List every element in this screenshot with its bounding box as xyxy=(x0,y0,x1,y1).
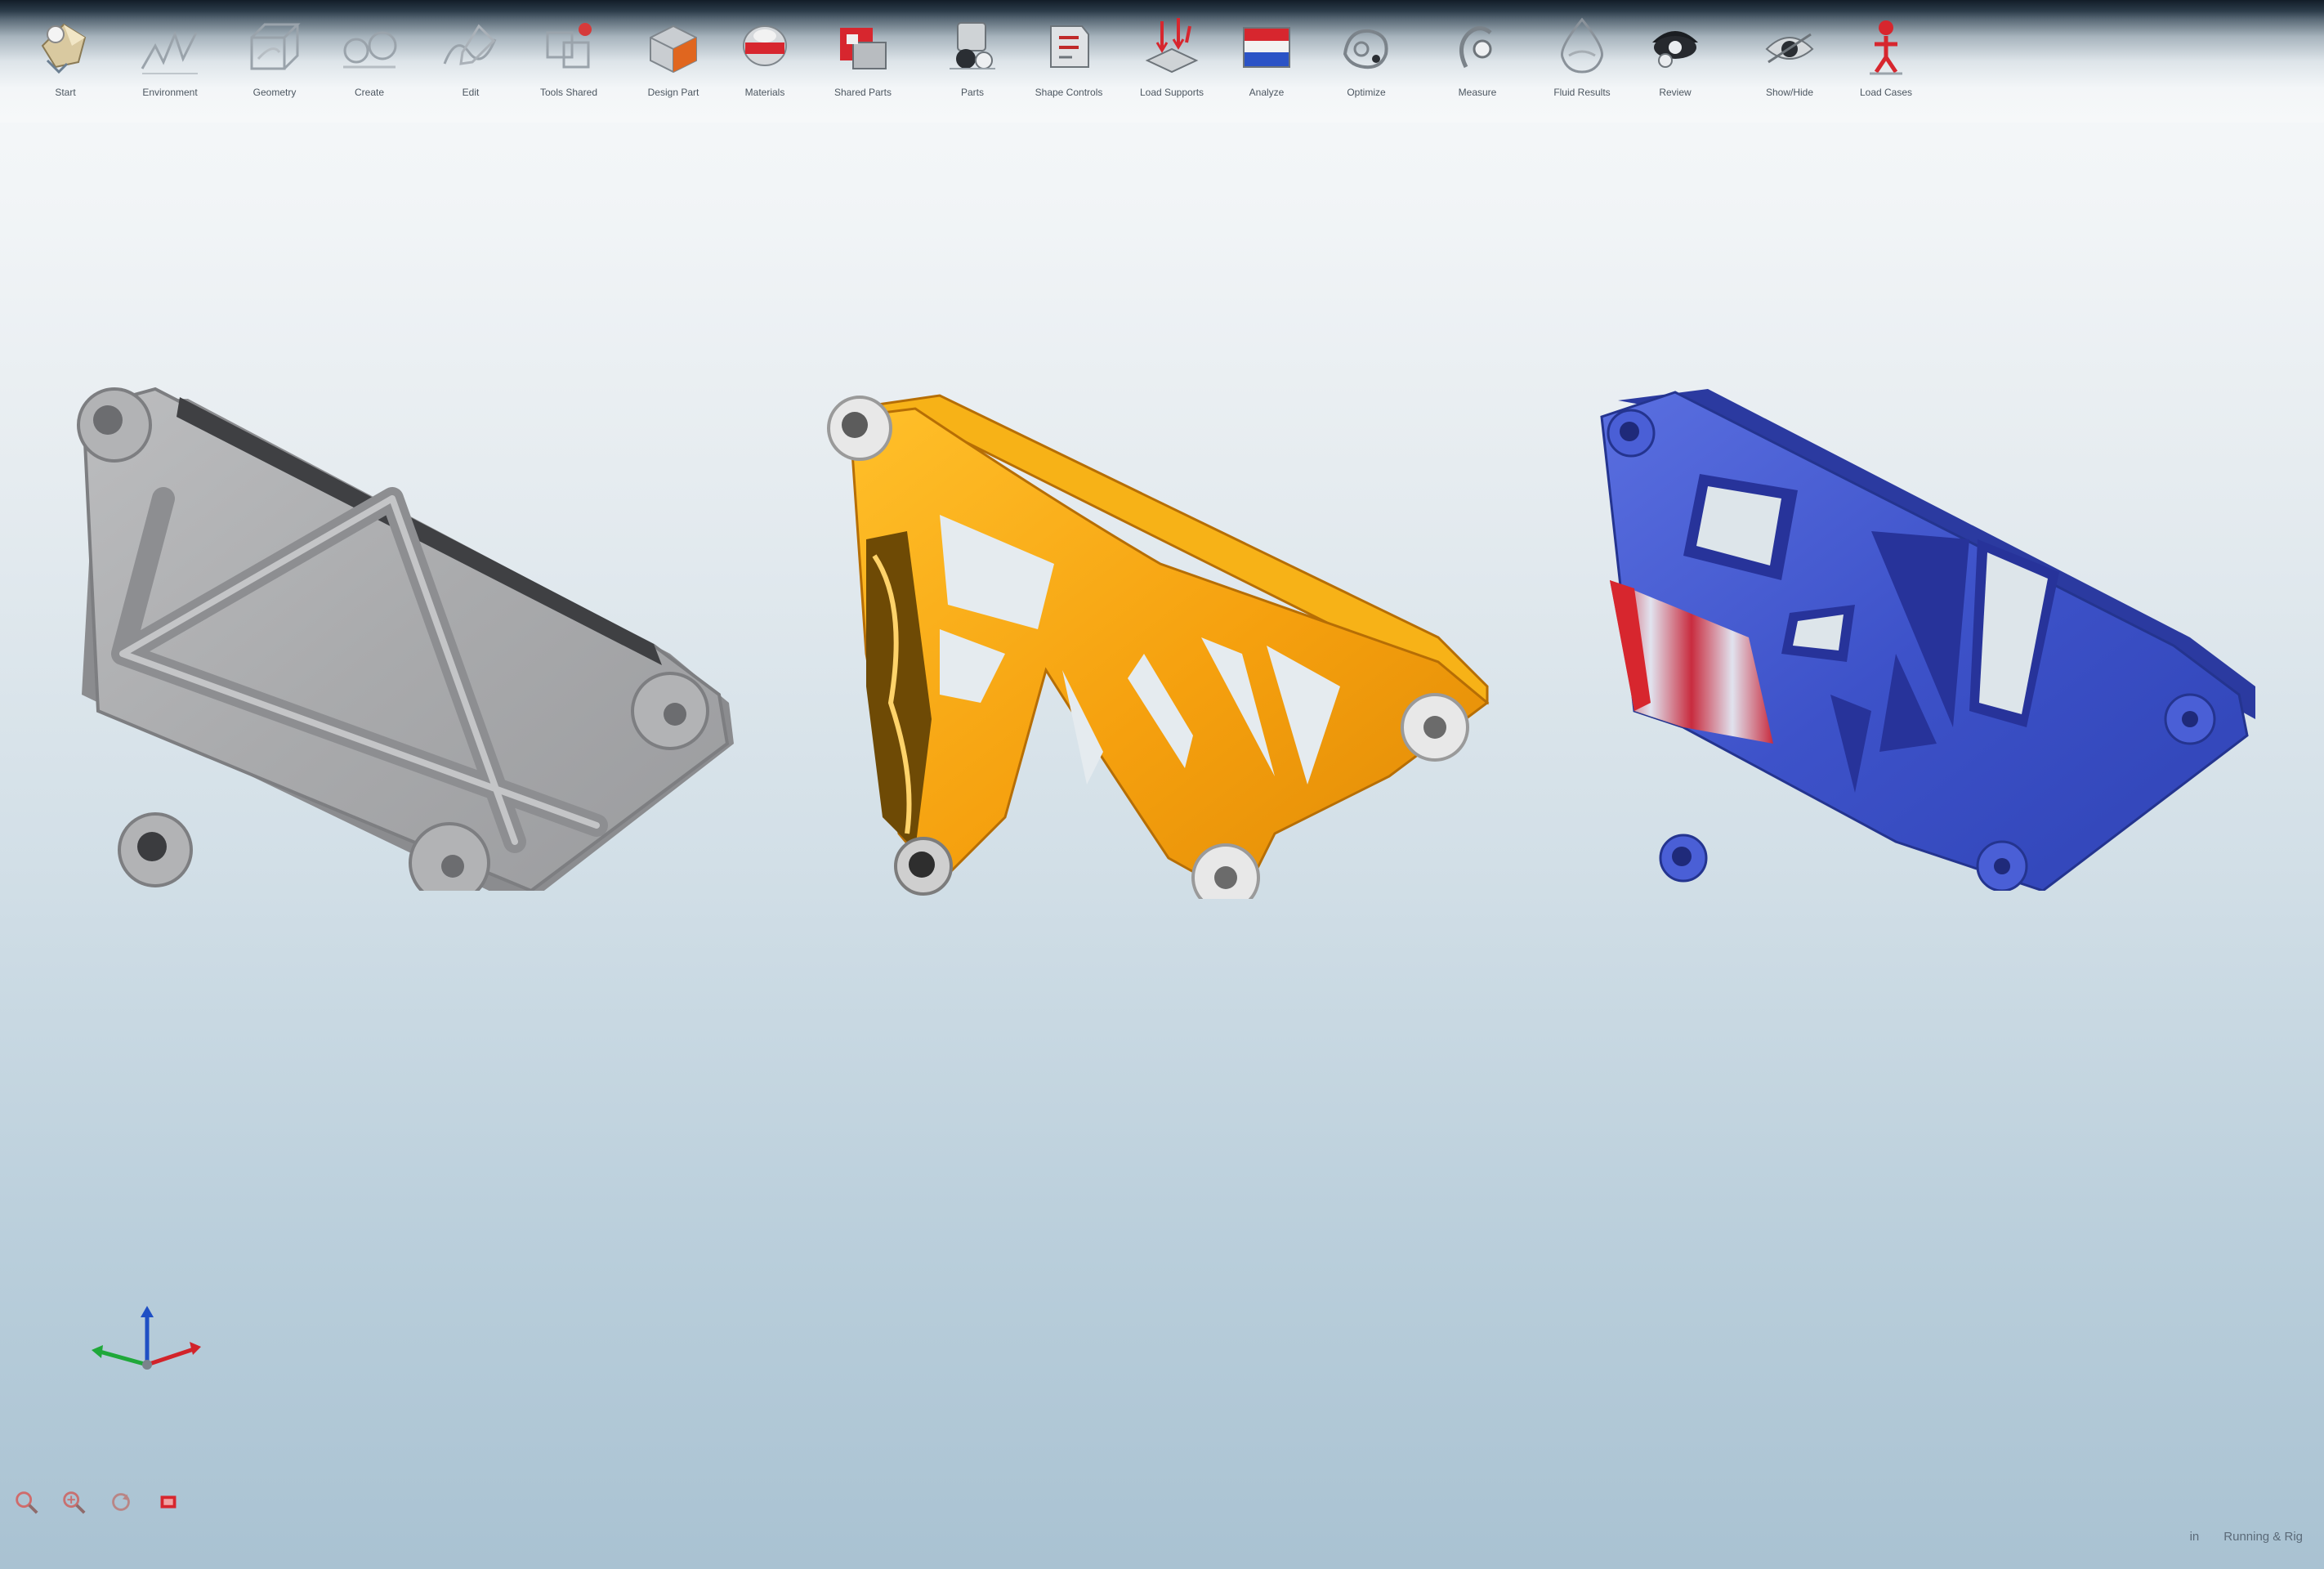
start-icon xyxy=(41,23,87,74)
tool-label: Optimize xyxy=(1347,87,1386,98)
parts-icon xyxy=(950,22,995,69)
tool-shared-parts[interactable]: Shared Parts xyxy=(814,10,912,116)
zoom-window-icon xyxy=(63,1491,86,1514)
optimized-part[interactable] xyxy=(817,392,1520,899)
sketch-line-icon xyxy=(141,30,198,74)
tool-label: Shared Parts xyxy=(834,87,892,98)
optimize-icon xyxy=(1343,29,1388,69)
design-space-part[interactable] xyxy=(65,384,752,891)
shape-controls-icon xyxy=(1050,25,1089,68)
show-hide-icon xyxy=(1765,33,1814,64)
tool-analyze[interactable]: Analyze xyxy=(1218,10,1316,116)
tool-label: Measure xyxy=(1458,87,1497,98)
status-area: in Running & Rig xyxy=(2190,1530,2303,1544)
tool-label: Materials xyxy=(744,87,785,98)
tool-fluid-results[interactable]: Fluid Results xyxy=(1533,10,1631,116)
tool-label: Analyze xyxy=(1249,87,1285,98)
tool-shape-controls[interactable]: Shape Controls xyxy=(1020,10,1118,116)
view-controls xyxy=(11,1487,183,1517)
unit-indicator[interactable]: in xyxy=(2190,1530,2200,1544)
run-status-text[interactable]: Running & Rig xyxy=(2223,1530,2303,1544)
edit-icon xyxy=(443,24,497,65)
tool-label: Edit xyxy=(462,87,480,98)
tool-load-cases[interactable]: Load Cases xyxy=(1837,10,1935,116)
tool-label: Load Cases xyxy=(1859,87,1913,98)
tool-environment[interactable]: Environment xyxy=(121,10,219,116)
rotate-view-button[interactable] xyxy=(106,1487,136,1517)
tool-review[interactable]: Review xyxy=(1626,10,1724,116)
tool-geometry[interactable]: Geometry xyxy=(226,10,324,116)
review-icon xyxy=(1652,31,1698,68)
tool-measure[interactable]: Measure xyxy=(1428,10,1526,116)
tools-shared-icon xyxy=(546,23,592,69)
load-supports-icon xyxy=(1145,18,1199,74)
tool-tools-shared[interactable]: Tools Shared xyxy=(520,10,618,116)
zoom-window-button[interactable] xyxy=(59,1487,88,1517)
shared-parts-icon xyxy=(840,28,887,69)
geometry-icon xyxy=(250,23,301,70)
tool-label: Tools Shared xyxy=(539,87,598,98)
tool-label: Create xyxy=(354,87,385,98)
tool-design-part[interactable]: Design Part xyxy=(624,10,722,116)
materials-icon xyxy=(743,25,787,66)
tool-start[interactable]: Start xyxy=(16,10,114,116)
load-cases-icon xyxy=(1870,20,1902,75)
tool-load-supports[interactable]: Load Supports xyxy=(1123,10,1221,116)
tool-materials[interactable]: Materials xyxy=(716,10,814,116)
analyze-icon xyxy=(1243,27,1290,68)
render-mode-icon xyxy=(160,1495,177,1509)
measure-icon xyxy=(1459,26,1492,69)
tool-label: Start xyxy=(55,87,76,98)
tool-show-hide[interactable]: Show/Hide xyxy=(1741,10,1839,116)
analysis-result-part[interactable] xyxy=(1585,384,2288,891)
zoom-fit-icon xyxy=(16,1491,38,1514)
3d-viewport[interactable]: in Running & Rig xyxy=(0,123,2324,1569)
zoom-fit-button[interactable] xyxy=(11,1487,41,1517)
ribbon-toolbar: Start Environment Geometry Create Edit T… xyxy=(0,0,2324,123)
tool-label: Environment xyxy=(142,87,198,98)
tool-label: Review xyxy=(1659,87,1692,98)
create-icon xyxy=(343,31,397,69)
rotate-view-icon xyxy=(112,1493,130,1511)
tool-edit[interactable]: Edit xyxy=(422,10,520,116)
render-mode-button[interactable] xyxy=(154,1487,183,1517)
tool-optimize[interactable]: Optimize xyxy=(1317,10,1415,116)
design-part-icon xyxy=(650,25,697,74)
axis-triad-icon xyxy=(92,1306,201,1370)
tool-label: Shape Controls xyxy=(1035,87,1103,98)
fluid-results-icon xyxy=(1561,17,1603,74)
tool-parts[interactable]: Parts xyxy=(923,10,1021,116)
tool-create[interactable]: Create xyxy=(320,10,418,116)
